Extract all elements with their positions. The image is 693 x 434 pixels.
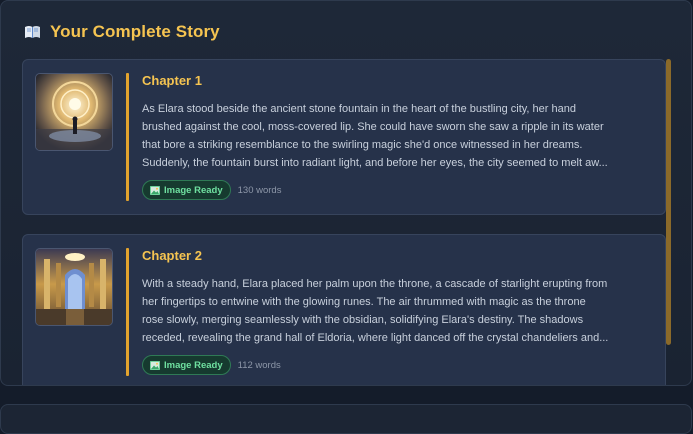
image-ready-badge: Image Ready bbox=[142, 355, 231, 375]
chapter-text: As Elara stood beside the ancient stone … bbox=[142, 103, 608, 169]
image-icon bbox=[150, 360, 160, 370]
chapter-accent-bar bbox=[126, 73, 129, 201]
story-panel: Your Complete Story Chapter 1 As Elara s… bbox=[0, 0, 692, 386]
chapter-title: Chapter 2 bbox=[142, 248, 202, 263]
chapter-list[interactable]: Chapter 1 As Elara stood beside the anci… bbox=[22, 59, 667, 385]
story-header: Your Complete Story bbox=[24, 22, 220, 42]
chapter-title: Chapter 1 bbox=[142, 73, 202, 88]
chapter-meta: Image Ready 112 words bbox=[142, 355, 281, 375]
image-icon bbox=[150, 185, 160, 195]
image-ready-badge: Image Ready bbox=[142, 180, 231, 200]
page-title: Your Complete Story bbox=[50, 22, 220, 41]
chapter-image[interactable] bbox=[35, 248, 113, 326]
chapter-meta: Image Ready 130 words bbox=[142, 180, 281, 200]
word-count: 112 words bbox=[237, 359, 281, 371]
chapter-image[interactable] bbox=[35, 73, 113, 151]
open-book-icon bbox=[25, 26, 40, 38]
scrollbar-thumb[interactable] bbox=[666, 59, 671, 345]
word-count: 130 words bbox=[237, 184, 282, 196]
chapter-card[interactable]: Chapter 1 As Elara stood beside the anci… bbox=[22, 59, 666, 215]
chapter-card[interactable]: Chapter 2 With a steady hand, Elara plac… bbox=[22, 234, 666, 385]
chapter-accent-bar bbox=[126, 248, 129, 376]
chapter-text: With a steady hand, Elara placed her pal… bbox=[142, 278, 609, 344]
next-panel bbox=[0, 404, 692, 434]
